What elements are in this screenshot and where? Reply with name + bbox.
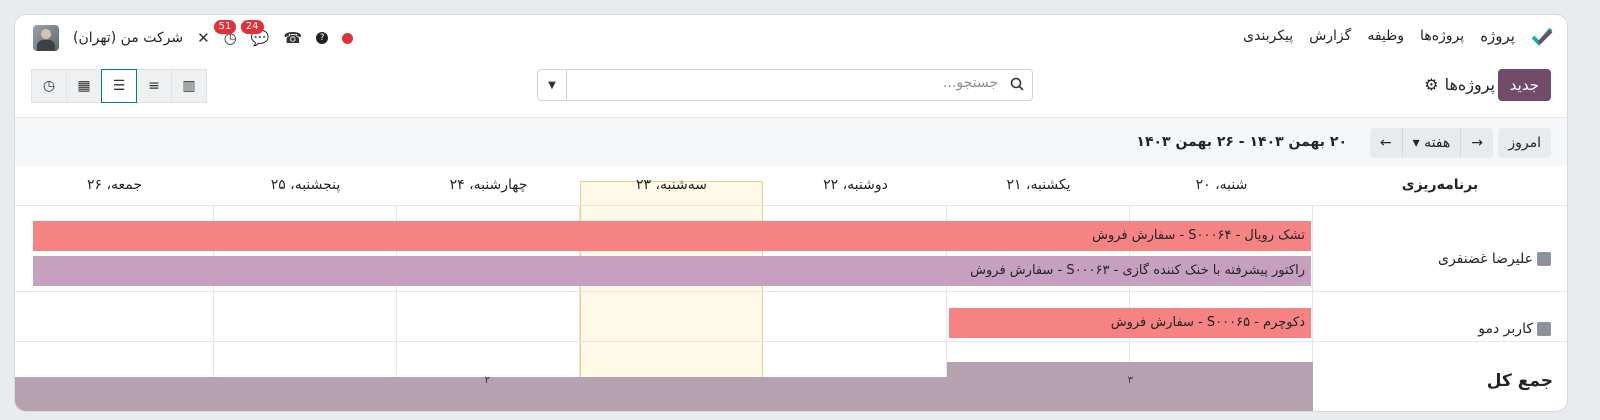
breadcrumb: پروژه‌ها ⚙ bbox=[1424, 75, 1495, 94]
task-pill[interactable]: دکوچرم - S۰۰۰۶۵ - سفارش فروش bbox=[949, 308, 1311, 338]
day-header: پنجشنبه، ۲۵ bbox=[270, 177, 341, 193]
date-range: ۲۰ بهمن ۱۴۰۳ - ۲۶ بهمن ۱۴۰۳ bbox=[1136, 134, 1347, 150]
chat-badge: 24 bbox=[240, 20, 264, 34]
gantt-toolbar: امروز → هفته ▾ ← ۲۰ بهمن ۱۴۰۳ - ۲۶ بهمن … bbox=[15, 117, 1567, 166]
scale-dropdown[interactable]: هفته ▾ bbox=[1401, 128, 1461, 158]
row-label[interactable]: کاربر دمو bbox=[1478, 321, 1551, 337]
day-header: چهارشنبه، ۲۴ bbox=[449, 177, 528, 193]
menu-configuration[interactable]: پیکربندی bbox=[1243, 28, 1293, 44]
previous-period-button[interactable]: ← bbox=[1369, 128, 1402, 158]
total-value: ۳ bbox=[1127, 375, 1133, 386]
group-header: برنامه‌ریزی bbox=[1401, 177, 1479, 193]
calendar-view-icon[interactable]: ▦ bbox=[66, 69, 102, 103]
phone-icon[interactable]: ☎ bbox=[283, 29, 302, 47]
row-divider bbox=[15, 341, 1567, 342]
task-pill[interactable]: راکتور پیشرفته با خنک کننده گازی - S۰۰۰۶… bbox=[33, 256, 1311, 286]
gantt-view-icon[interactable]: ☰ bbox=[101, 69, 137, 103]
app-frame: پروژه پروژه‌ها وظیفه گزارش پیکربندی شرکت… bbox=[14, 14, 1568, 412]
next-period-button[interactable]: → bbox=[1460, 128, 1493, 158]
row-label-text: کاربر دمو bbox=[1478, 321, 1533, 337]
new-button[interactable]: جدید bbox=[1497, 69, 1551, 101]
total-bar bbox=[15, 377, 947, 411]
day-header: جمعه، ۲۶ bbox=[86, 177, 143, 193]
control-panel: جدید پروژه‌ها ⚙ جستجو... ▼ ◷ ▦ ☰ ≡ ▥ bbox=[15, 63, 1567, 117]
gantt-grid: برنامه‌ریزی شنبه، ۲۰ یکشنبه، ۲۱ دوشنبه، … bbox=[15, 165, 1567, 411]
app-logo-icon[interactable] bbox=[1531, 25, 1553, 47]
user-avatar[interactable] bbox=[33, 25, 59, 51]
avatar bbox=[1537, 252, 1551, 266]
menu-task[interactable]: وظیفه bbox=[1367, 28, 1404, 44]
row-divider bbox=[15, 291, 1567, 292]
gear-icon[interactable]: ⚙ bbox=[1424, 75, 1438, 94]
total-value: ۲ bbox=[484, 375, 490, 386]
date-navigation: → هفته ▾ ← bbox=[1369, 128, 1493, 158]
company-switcher[interactable]: شرکت من (تهران) bbox=[73, 30, 183, 46]
total-label: جمع کل bbox=[1486, 371, 1553, 391]
chat-icon[interactable]: 💬 24 bbox=[240, 20, 269, 47]
app-name[interactable]: پروژه bbox=[1480, 27, 1515, 45]
page-title: پروژه‌ها bbox=[1444, 75, 1495, 94]
day-header: دوشنبه، ۲۲ bbox=[823, 177, 888, 193]
activity-clock-icon[interactable]: ◷ 51 bbox=[213, 20, 237, 47]
row-label-text: علیرضا غضنفری bbox=[1438, 251, 1533, 267]
day-header: یکشنبه، ۲۱ bbox=[1006, 177, 1071, 193]
total-bar bbox=[947, 362, 1313, 411]
search-dropdown-toggle[interactable]: ▼ bbox=[538, 70, 567, 100]
debug-tools-icon[interactable]: ✕ bbox=[197, 29, 210, 47]
today-button[interactable]: امروز bbox=[1498, 128, 1551, 158]
scale-label: هفته bbox=[1424, 135, 1451, 151]
top-navbar: پروژه پروژه‌ها وظیفه گزارش پیکربندی شرکت… bbox=[15, 15, 1567, 63]
activity-view-icon[interactable]: ◷ bbox=[31, 69, 67, 103]
kanban-view-icon[interactable]: ▥ bbox=[171, 69, 207, 103]
list-view-icon[interactable]: ≡ bbox=[136, 69, 172, 103]
row-divider bbox=[15, 205, 1567, 206]
row-label[interactable]: علیرضا غضنفری bbox=[1438, 251, 1551, 267]
menu-report[interactable]: گزارش bbox=[1309, 28, 1351, 44]
search-input[interactable]: جستجو... bbox=[943, 75, 998, 91]
search-icon bbox=[1010, 76, 1024, 95]
day-header: شنبه، ۲۰ bbox=[1195, 177, 1248, 193]
avatar bbox=[1537, 322, 1551, 336]
view-switcher: ◷ ▦ ☰ ≡ ▥ bbox=[31, 69, 207, 103]
help-icon[interactable]: ? bbox=[316, 32, 329, 44]
day-header: سه‌شنبه، ۲۳ bbox=[636, 177, 707, 193]
task-pill[interactable]: تشک رویال - S۰۰۰۶۴ - سفارش فروش bbox=[33, 221, 1311, 251]
menu-projects[interactable]: پروژه‌ها bbox=[1420, 28, 1464, 44]
activity-badge: 51 bbox=[213, 20, 237, 34]
search-bar[interactable]: جستجو... ▼ bbox=[537, 69, 1033, 101]
status-dot-icon[interactable] bbox=[342, 32, 354, 44]
